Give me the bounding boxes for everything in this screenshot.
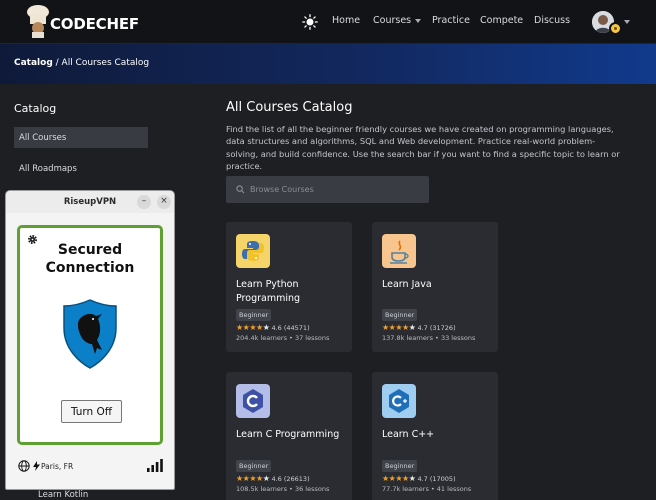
rating-value: 4.7: [417, 475, 428, 483]
nav-discuss[interactable]: Discuss: [534, 15, 570, 26]
theme-toggle-sun-icon[interactable]: [302, 14, 318, 30]
nav-compete[interactable]: Compete: [480, 15, 523, 26]
lesson-count: 33 lessons: [440, 334, 476, 342]
course-rating: ★★★★★ 4.7 (31726): [382, 323, 456, 332]
course-meta: 77.7k learners • 41 lessons: [382, 485, 472, 493]
rating-value: 4.7: [417, 324, 428, 332]
course-card[interactable]: Learn C Programming Beginner ★★★★★ 4.6 (…: [226, 372, 352, 500]
vpn-window: RiseupVPN – × Secured Connection Turn Of…: [5, 190, 175, 490]
review-count: (31726): [429, 324, 456, 332]
star-rating-icon: ★★★★★: [236, 323, 270, 332]
breadcrumb-root[interactable]: Catalog: [14, 58, 53, 68]
sidebar-item-learn-kotlin[interactable]: Learn Kotlin: [38, 490, 88, 500]
lesson-count: 36 lessons: [294, 485, 330, 493]
top-navbar: CODECHEF Home Courses Practice Compete D…: [0, 0, 656, 44]
shield-raven-icon: [63, 299, 117, 369]
rating-value: 4.6: [271, 324, 282, 332]
brand-wordmark: CODECHEF: [50, 15, 139, 33]
signal-strength-icon: [147, 459, 163, 472]
course-meta: 108.5k learners • 36 lessons: [236, 485, 330, 493]
python-icon: [236, 234, 270, 268]
vpn-footer: Paris, FR: [6, 453, 174, 489]
search-input[interactable]: [250, 182, 420, 197]
course-title[interactable]: Learn C Programming: [236, 428, 346, 442]
user-rank-badge-icon: [609, 22, 622, 35]
star-rating-icon: ★★★★★: [236, 474, 270, 483]
level-badge: Beginner: [382, 460, 418, 472]
learner-count: 204.4k learners: [236, 334, 287, 342]
star-rating-icon: ★★★★★: [382, 323, 416, 332]
course-card[interactable]: Learn Java Beginner ★★★★★ 4.7 (31726) 13…: [372, 222, 498, 352]
nav-practice[interactable]: Practice: [432, 15, 470, 26]
rating-value: 4.6: [271, 475, 282, 483]
learner-count: 137.8k learners: [382, 334, 433, 342]
level-badge: Beginner: [382, 309, 418, 321]
page-description: Find the list of all the beginner friend…: [226, 124, 620, 172]
chef-hat-icon: [27, 5, 49, 38]
chevron-down-icon[interactable]: [624, 20, 630, 24]
level-badge: Beginner: [236, 460, 272, 472]
review-count: (17005): [429, 475, 456, 483]
turn-off-button[interactable]: Turn Off: [61, 400, 122, 423]
codechef-logo[interactable]: CODECHEF: [24, 4, 139, 40]
course-meta: 137.8k learners • 33 lessons: [382, 334, 476, 342]
course-rating: ★★★★★ 4.6 (26613): [236, 474, 310, 483]
minimize-button[interactable]: –: [137, 195, 151, 209]
close-button[interactable]: ×: [157, 195, 171, 209]
search-box[interactable]: [226, 176, 429, 203]
star-rating-icon: ★★★★★: [382, 474, 416, 483]
vpn-titlebar[interactable]: RiseupVPN – ×: [6, 191, 174, 213]
course-meta: 204.4k learners • 37 lessons: [236, 334, 330, 342]
breadcrumb: Catalog / All Courses Catalog: [14, 58, 149, 68]
course-title[interactable]: Learn Python Programming: [236, 278, 346, 306]
connection-status: Secured Connection: [45, 242, 135, 276]
review-count: (44571): [283, 324, 310, 332]
course-rating: ★★★★★ 4.6 (44571): [236, 323, 310, 332]
java-icon: [382, 234, 416, 268]
nav-courses-label: Courses: [373, 15, 412, 26]
learner-count: 77.7k learners: [382, 485, 429, 493]
course-card[interactable]: Learn Python Programming Beginner ★★★★★ …: [226, 222, 352, 352]
globe-icon[interactable]: [18, 460, 30, 472]
page-title: All Courses Catalog: [226, 100, 353, 115]
chevron-down-icon: [415, 18, 422, 23]
nav-courses[interactable]: Courses: [373, 15, 422, 26]
level-badge: Beginner: [236, 309, 272, 321]
course-title[interactable]: Learn C++: [382, 428, 492, 442]
sidebar-heading: Catalog: [14, 102, 57, 115]
lesson-count: 41 lessons: [436, 485, 472, 493]
learner-count: 108.5k learners: [236, 485, 287, 493]
lightning-icon: [33, 461, 40, 471]
lesson-count: 37 lessons: [294, 334, 330, 342]
course-card[interactable]: Learn C++ Beginner ★★★★★ 4.7 (17005) 77.…: [372, 372, 498, 500]
sidebar-item-all-courses[interactable]: All Courses: [14, 127, 148, 148]
course-rating: ★★★★★ 4.7 (17005): [382, 474, 456, 483]
breadcrumb-current: All Courses Catalog: [61, 58, 150, 68]
breadcrumb-separator: /: [52, 58, 62, 68]
search-icon: [236, 185, 245, 194]
cpp-language-icon: [382, 384, 416, 418]
nav-home[interactable]: Home: [332, 15, 360, 26]
course-title[interactable]: Learn Java: [382, 278, 492, 292]
c-language-icon: [236, 384, 270, 418]
sidebar-item-all-roadmaps[interactable]: All Roadmaps: [14, 158, 148, 179]
vpn-location[interactable]: Paris, FR: [41, 462, 73, 471]
vpn-status-panel: Secured Connection Turn Off: [17, 225, 163, 445]
review-count: (26613): [283, 475, 310, 483]
